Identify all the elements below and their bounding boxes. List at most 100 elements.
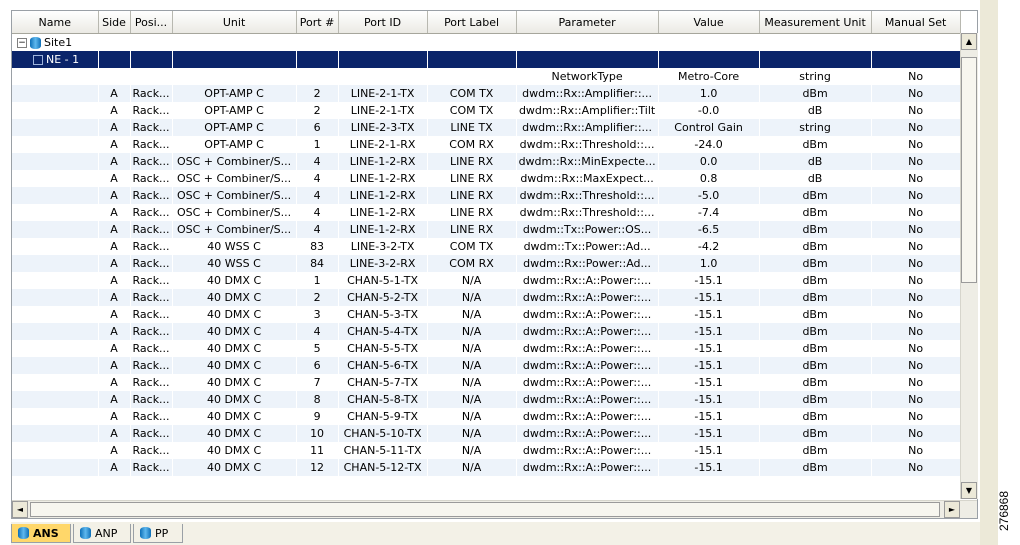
tab-ans[interactable]: ANS <box>11 524 71 543</box>
table-row[interactable]: A Rack... OPT-AMP C 2 LINE-2-1-TX COM TX dwdm:… <box>12 102 961 119</box>
table-row[interactable]: A Rack... OSC + Combiner/S... 4 LINE-1-2-RX L… <box>12 153 961 170</box>
scroll-left-icon[interactable]: ◄ <box>12 501 28 518</box>
vertical-scroll-thumb[interactable] <box>961 57 977 283</box>
table-row[interactable]: A Rack... OPT-AMP C 1 LINE-2-1-RX COM RX dwdm:… <box>12 136 961 153</box>
col-header-position[interactable]: Posi... <box>130 11 173 34</box>
network-type-row[interactable]: NetworkType Metro-Core string No <box>12 68 961 85</box>
name-cell[interactable] <box>12 391 99 408</box>
col-header-parameter[interactable]: Parameter <box>516 11 659 34</box>
value-cell[interactable]: Control Gain <box>658 119 760 136</box>
table-row[interactable]: A Rack... 40 WSS C 83 LINE-3-2-TX COM TX dwdm:… <box>12 238 961 255</box>
tree-row-site[interactable]: − Site1 <box>12 33 961 51</box>
minus-expander-icon[interactable]: − <box>17 37 27 48</box>
name-cell[interactable] <box>12 102 99 119</box>
value-cell[interactable]: -15.1 <box>658 459 760 476</box>
name-cell[interactable] <box>12 408 99 425</box>
name-cell[interactable] <box>12 221 99 238</box>
table-row[interactable]: A Rack... 40 WSS C 84 LINE-3-2-RX COM RX dwdm:… <box>12 255 961 272</box>
name-cell[interactable] <box>12 153 99 170</box>
table-row[interactable]: A Rack... OPT-AMP C 6 LINE-2-3-TX LINE TX dwdm… <box>12 119 961 136</box>
name-cell[interactable] <box>12 238 99 255</box>
name-cell[interactable] <box>12 289 99 306</box>
value-cell[interactable]: -15.1 <box>658 374 760 391</box>
name-cell[interactable] <box>12 442 99 459</box>
value-cell[interactable]: -6.5 <box>658 221 760 238</box>
horizontal-scrollbar[interactable]: ◄ ► <box>12 500 977 518</box>
value-cell[interactable]: 1.0 <box>658 85 760 102</box>
name-cell[interactable] <box>12 119 99 136</box>
name-cell[interactable] <box>12 187 99 204</box>
name-cell[interactable] <box>12 357 99 374</box>
site-cell[interactable]: − Site1 <box>12 33 99 51</box>
value-cell[interactable]: 0.0 <box>658 153 760 170</box>
value-cell[interactable]: -15.1 <box>658 425 760 442</box>
col-header-value[interactable]: Value <box>658 11 760 34</box>
col-header-name[interactable]: Name <box>12 11 99 34</box>
table-row[interactable]: A Rack... 40 DMX C 2 CHAN-5-2-TX N/A dwdm::Rx:… <box>12 289 961 306</box>
value-cell[interactable]: -15.1 <box>658 408 760 425</box>
value-cell[interactable]: -15.1 <box>658 442 760 459</box>
horizontal-scroll-thumb[interactable] <box>30 502 940 517</box>
name-cell[interactable] <box>12 204 99 221</box>
name-cell[interactable] <box>12 272 99 289</box>
vertical-scrollbar[interactable]: ▲ ▼ <box>960 33 978 499</box>
value-cell[interactable]: -15.1 <box>658 306 760 323</box>
name-cell[interactable] <box>12 136 99 153</box>
table-row[interactable]: A Rack... 40 DMX C 8 CHAN-5-8-TX N/A dwdm::Rx:… <box>12 391 961 408</box>
ne-cell[interactable]: NE - 1 <box>12 51 99 68</box>
value-cell[interactable]: -15.1 <box>658 391 760 408</box>
name-cell[interactable] <box>12 306 99 323</box>
name-cell[interactable] <box>12 425 99 442</box>
name-cell[interactable] <box>12 374 99 391</box>
table-row[interactable]: A Rack... 40 DMX C 11 CHAN-5-11-TX N/A dwdm::R… <box>12 442 961 459</box>
name-cell[interactable] <box>12 255 99 272</box>
table-row[interactable]: A Rack... OSC + Combiner/S... 4 LINE-1-2-RX L… <box>12 204 961 221</box>
value-cell[interactable]: -0.0 <box>658 102 760 119</box>
table-row[interactable]: A Rack... 40 DMX C 9 CHAN-5-9-TX N/A dwdm::Rx:… <box>12 408 961 425</box>
col-header-measurement-unit[interactable]: Measurement Unit <box>759 11 872 34</box>
value-cell[interactable]: -15.1 <box>658 272 760 289</box>
value-cell[interactable]: -15.1 <box>658 357 760 374</box>
tree-row-ne[interactable]: NE - 1 <box>12 51 961 68</box>
value-cell[interactable]: -4.2 <box>658 238 760 255</box>
table-row[interactable]: A Rack... OPT-AMP C 2 LINE-2-1-TX COM TX dwdm:… <box>12 85 961 102</box>
col-header-unit[interactable]: Unit <box>172 11 297 34</box>
table-row[interactable]: A Rack... 40 DMX C 10 CHAN-5-10-TX N/A dwdm::R… <box>12 425 961 442</box>
table-row[interactable]: A Rack... OSC + Combiner/S... 4 LINE-1-2-RX L… <box>12 170 961 187</box>
tab-pp[interactable]: PP <box>133 524 183 543</box>
name-cell[interactable] <box>12 459 99 476</box>
value-cell[interactable]: -7.4 <box>658 204 760 221</box>
name-cell[interactable] <box>12 85 99 102</box>
tab-anp[interactable]: ANP <box>73 524 131 543</box>
network-value[interactable]: Metro-Core <box>658 68 760 85</box>
value-cell[interactable]: 0.8 <box>658 170 760 187</box>
col-header-side[interactable]: Side <box>98 11 131 34</box>
name-cell[interactable] <box>12 340 99 357</box>
value-cell[interactable]: -15.1 <box>658 340 760 357</box>
table-row[interactable]: A Rack... 40 DMX C 1 CHAN-5-1-TX N/A dwdm::Rx:… <box>12 272 961 289</box>
table-row[interactable]: A Rack... OSC + Combiner/S... 4 LINE-1-2-RX L… <box>12 187 961 204</box>
name-cell[interactable] <box>12 323 99 340</box>
name-cell[interactable] <box>12 170 99 187</box>
col-header-port-label[interactable]: Port Label <box>427 11 517 34</box>
value-cell[interactable]: -5.0 <box>658 187 760 204</box>
table-row[interactable]: A Rack... 40 DMX C 3 CHAN-5-3-TX N/A dwdm::Rx:… <box>12 306 961 323</box>
value-cell[interactable]: 1.0 <box>658 255 760 272</box>
scroll-down-icon[interactable]: ▼ <box>961 482 977 499</box>
value-cell[interactable]: -24.0 <box>658 136 760 153</box>
network-manual: No <box>871 68 961 85</box>
col-header-manual-set[interactable]: Manual Set <box>871 11 961 34</box>
parameter-cell: dwdm::Rx::Amplifier::Tilt <box>516 102 659 119</box>
table-row[interactable]: A Rack... 40 DMX C 6 CHAN-5-6-TX N/A dwdm::Rx:… <box>12 357 961 374</box>
value-cell[interactable]: -15.1 <box>658 323 760 340</box>
table-row[interactable]: A Rack... OSC + Combiner/S... 4 LINE-1-2-RX L… <box>12 221 961 238</box>
table-row[interactable]: A Rack... 40 DMX C 4 CHAN-5-4-TX N/A dwdm::Rx:… <box>12 323 961 340</box>
col-header-port-id[interactable]: Port ID <box>338 11 428 34</box>
scroll-up-icon[interactable]: ▲ <box>961 33 977 50</box>
table-row[interactable]: A Rack... 40 DMX C 12 CHAN-5-12-TX N/A dwdm::R… <box>12 459 961 476</box>
col-header-port-number[interactable]: Port # <box>296 11 339 34</box>
table-row[interactable]: A Rack... 40 DMX C 7 CHAN-5-7-TX N/A dwdm::Rx:… <box>12 374 961 391</box>
value-cell[interactable]: -15.1 <box>658 289 760 306</box>
table-row[interactable]: A Rack... 40 DMX C 5 CHAN-5-5-TX N/A dwdm::Rx:… <box>12 340 961 357</box>
scroll-right-icon[interactable]: ► <box>944 501 960 518</box>
